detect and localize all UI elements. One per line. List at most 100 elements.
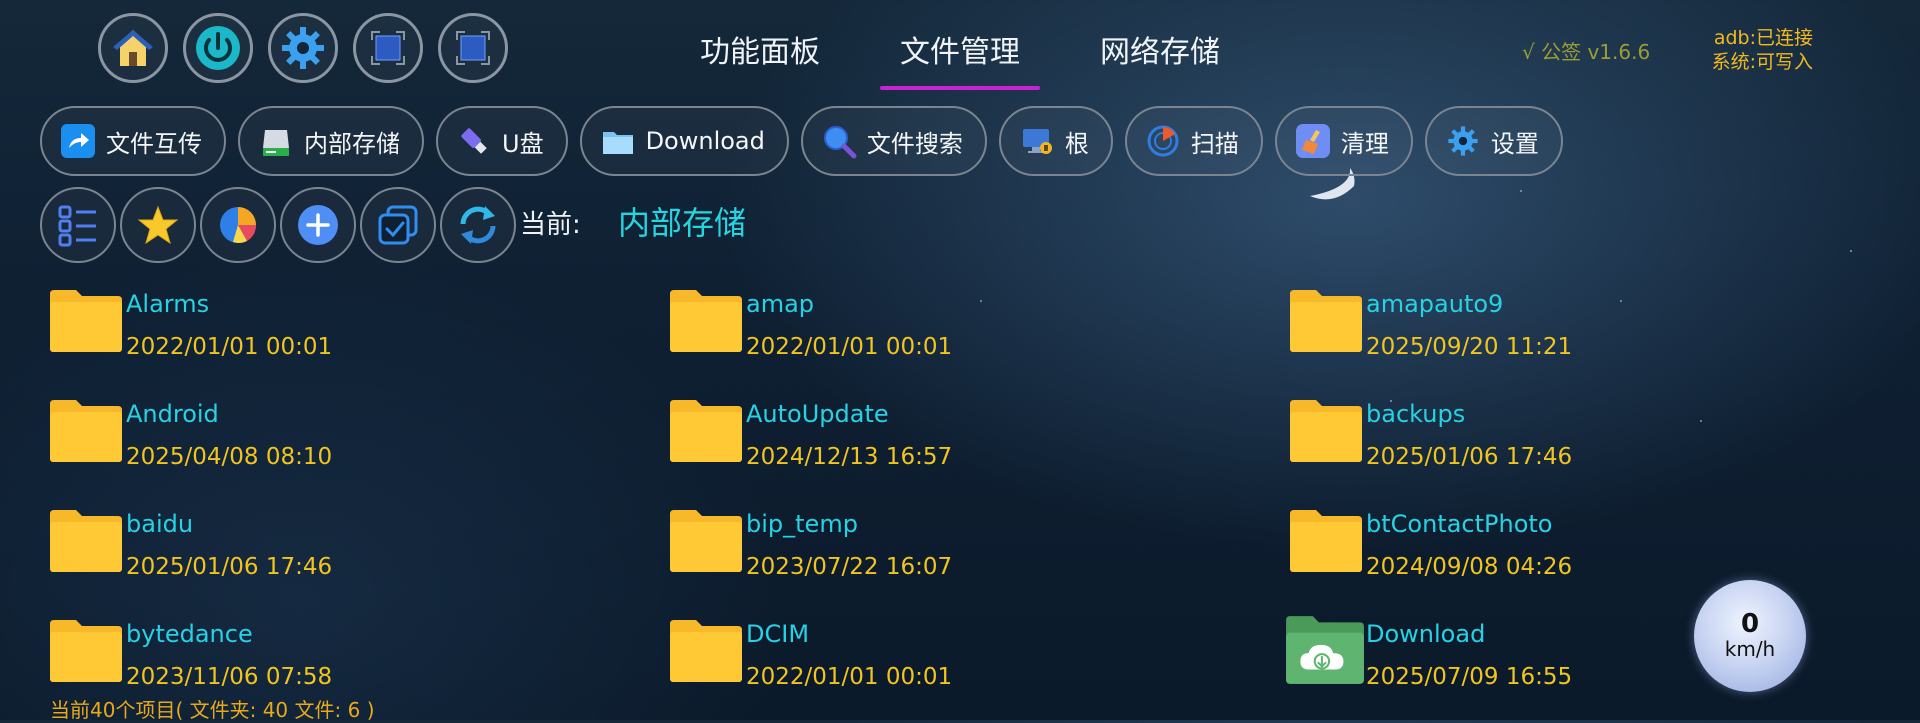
root-label: 根 [1064, 129, 1089, 158]
favorites-button[interactable] [120, 187, 196, 263]
folder-icon [50, 620, 122, 682]
file-name: backups [1366, 400, 1466, 428]
adb-status: 已连接 [1756, 27, 1814, 49]
file-date: 2023/11/06 07:58 [126, 664, 333, 690]
gear-icon [282, 27, 324, 69]
main-tabs: 功能面板 文件管理 网络存储 [660, 28, 1260, 90]
folder-icon [1290, 400, 1362, 462]
drive-icon [258, 123, 294, 159]
refresh-icon [460, 206, 496, 244]
file-date: 2022/01/01 00:01 [746, 334, 953, 360]
file-transfer-label: 文件互传 [106, 129, 202, 158]
file-name: btContactPhoto [1366, 510, 1553, 538]
file-item[interactable]: baidu 2025/01/06 17:46 [50, 510, 610, 610]
file-date: 2025/09/20 11:21 [1366, 334, 1573, 360]
file-date: 2025/01/06 17:46 [126, 554, 333, 580]
folder-icon [670, 400, 742, 462]
tool-bar [40, 187, 516, 263]
folder-icon [50, 400, 122, 462]
file-name: DCIM [746, 620, 810, 648]
folder-icon [1290, 510, 1362, 572]
file-name: amapauto9 [1366, 290, 1504, 318]
pie-chart-icon [220, 207, 257, 243]
add-icon [298, 205, 338, 245]
file-name: bip_temp [746, 510, 858, 538]
file-item[interactable]: Alarms 2022/01/01 00:01 [50, 290, 610, 390]
file-date: 2024/12/13 16:57 [746, 444, 953, 470]
tab-file-manager[interactable]: 文件管理 [860, 28, 1060, 90]
scan-button[interactable]: 扫描 [1124, 106, 1263, 176]
power-icon [196, 26, 240, 70]
quick-access-bar: 文件互传 内部存储 U盘 Download 文件搜索 根 扫描 清理 设置 [40, 106, 1563, 176]
current-path[interactable]: 内部存储 [618, 198, 746, 244]
list-view-button[interactable] [40, 187, 116, 263]
window-icon-2 [456, 31, 490, 65]
file-name: bytedance [126, 620, 253, 648]
search-icon [821, 123, 857, 159]
file-item[interactable]: DCIM 2022/01/01 00:01 [670, 620, 1230, 720]
file-item[interactable]: Android 2025/04/08 08:10 [50, 400, 610, 500]
file-date: 2025/01/06 17:46 [1366, 444, 1573, 470]
system-status: 可写入 [1756, 51, 1814, 73]
file-item[interactable]: amap 2022/01/01 00:01 [670, 290, 1230, 390]
root-icon [1019, 123, 1055, 159]
file-date: 2022/01/01 00:01 [746, 664, 953, 690]
folder-icon [670, 510, 742, 572]
clean-label: 清理 [1340, 129, 1389, 158]
clean-button[interactable]: 清理 [1274, 106, 1413, 176]
add-button[interactable] [280, 187, 356, 263]
folder-icon [50, 290, 122, 352]
file-date: 2023/07/22 16:07 [746, 554, 953, 580]
window-icon [371, 31, 405, 65]
window-button-2[interactable] [438, 13, 508, 83]
speed-value: 0 [1740, 609, 1760, 639]
share-icon [60, 123, 96, 159]
folder-icon [1290, 290, 1362, 352]
folder-icon [50, 510, 122, 572]
file-item[interactable]: backups 2025/01/06 17:46 [1290, 400, 1850, 500]
file-transfer-button[interactable]: 文件互传 [40, 106, 226, 176]
clean-icon [1295, 123, 1331, 159]
download-folder-icon [1286, 616, 1364, 684]
settings-pill-button[interactable]: 设置 [1424, 106, 1563, 176]
file-date: 2024/09/08 04:26 [1366, 554, 1573, 580]
scan-icon [1145, 123, 1181, 159]
file-name: amap [746, 290, 815, 318]
list-view-icon [58, 205, 96, 247]
adb-label: adb: [1713, 27, 1756, 49]
folder-icon [670, 290, 742, 352]
usb-icon [456, 123, 492, 159]
settings-button[interactable] [268, 13, 338, 83]
internal-storage-button[interactable]: 内部存储 [238, 106, 424, 176]
settings-label: 设置 [1490, 129, 1539, 158]
root-button[interactable]: 根 [998, 106, 1113, 176]
tab-network-storage[interactable]: 网络存储 [1060, 28, 1260, 90]
file-name: AutoUpdate [746, 400, 889, 428]
download-label: Download [645, 127, 765, 155]
tab-function-panel[interactable]: 功能面板 [660, 28, 860, 90]
window-button[interactable] [353, 13, 423, 83]
file-name: Download [1366, 620, 1486, 648]
internal-storage-label: 内部存储 [304, 129, 400, 158]
system-label: 系统: [1711, 51, 1756, 73]
settings-icon [1445, 123, 1481, 159]
storage-analysis-button[interactable] [200, 187, 276, 263]
file-item[interactable]: amapauto9 2025/09/20 11:21 [1290, 290, 1850, 390]
home-button[interactable] [98, 13, 168, 83]
file-item[interactable]: bip_temp 2023/07/22 16:07 [670, 510, 1230, 610]
file-item[interactable]: AutoUpdate 2024/12/13 16:57 [670, 400, 1230, 500]
download-button[interactable]: Download [579, 106, 789, 176]
multi-select-button[interactable] [360, 187, 436, 263]
scan-label: 扫描 [1190, 129, 1239, 158]
file-search-button[interactable]: 文件搜索 [800, 106, 987, 176]
speed-unit: km/h [1724, 637, 1776, 661]
usb-drive-label: U盘 [502, 129, 544, 158]
usb-drive-button[interactable]: U盘 [436, 106, 568, 176]
current-path-label: 当前: [520, 210, 581, 240]
power-button[interactable] [183, 13, 253, 83]
file-search-label: 文件搜索 [866, 129, 963, 158]
refresh-button[interactable] [440, 187, 516, 263]
home-icon [113, 30, 153, 66]
folder-icon [600, 123, 636, 159]
file-name: Alarms [126, 290, 210, 318]
